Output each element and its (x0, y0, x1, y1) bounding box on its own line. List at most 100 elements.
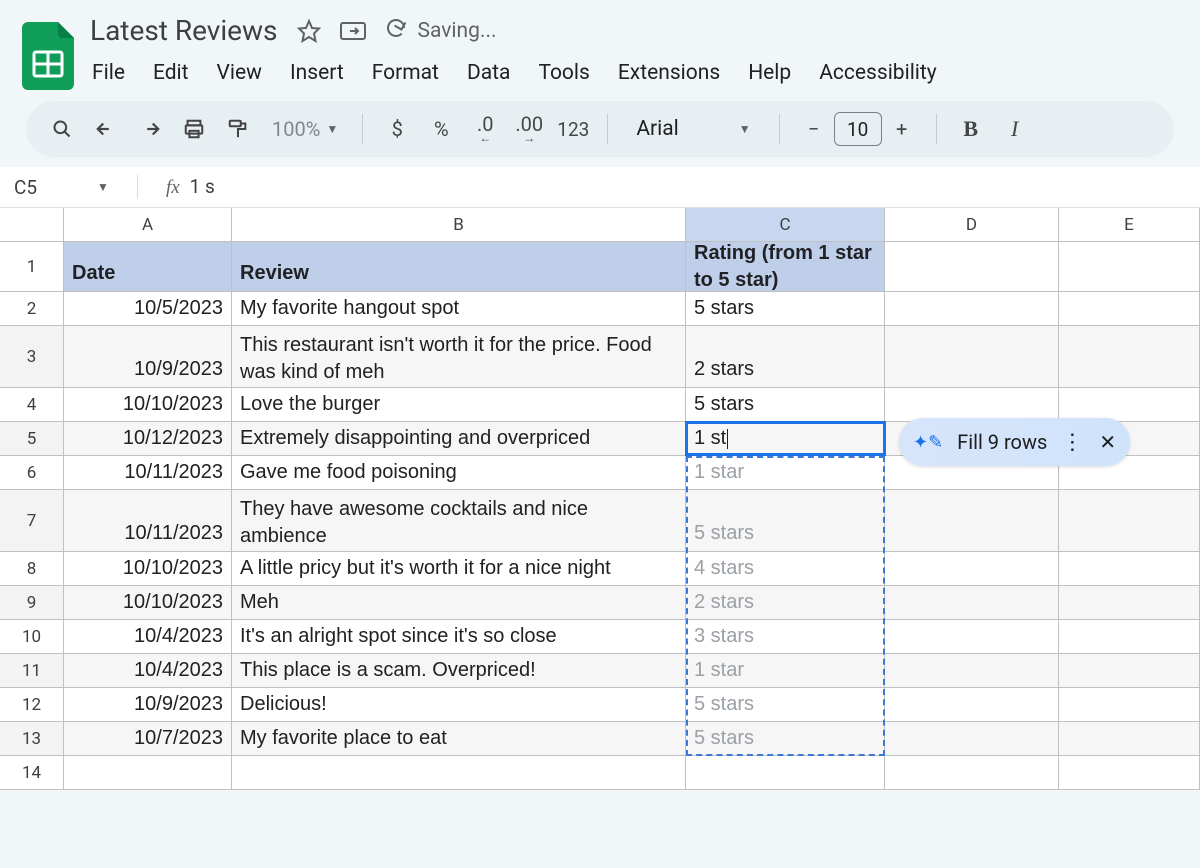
column-header-A[interactable]: A (64, 208, 232, 241)
menu-view[interactable]: View (217, 61, 262, 85)
row-header[interactable]: 1 (0, 242, 64, 291)
cell[interactable]: 10/9/2023 (64, 326, 232, 387)
name-box[interactable]: C5▼ (14, 176, 109, 199)
cell[interactable] (885, 490, 1059, 551)
cell[interactable]: 4 stars (686, 552, 885, 585)
document-title[interactable]: Latest Reviews (90, 14, 278, 47)
cell[interactable]: 10/10/2023 (64, 552, 232, 585)
cell[interactable]: My favorite place to eat (232, 722, 686, 755)
cell[interactable]: They have awesome cocktails and nice amb… (232, 490, 686, 551)
row-header[interactable]: 9 (0, 586, 64, 619)
cell[interactable] (1059, 242, 1200, 291)
row-header[interactable]: 6 (0, 456, 64, 489)
column-header-B[interactable]: B (232, 208, 686, 241)
row-header[interactable]: 12 (0, 688, 64, 721)
cell[interactable] (1059, 722, 1200, 755)
cell[interactable] (1059, 292, 1200, 325)
cell[interactable]: 5 stars (686, 490, 885, 551)
font-size-increase[interactable]: + (886, 113, 918, 145)
cell[interactable]: 5 stars (686, 722, 885, 755)
redo-icon[interactable] (134, 113, 166, 145)
cell[interactable] (1059, 388, 1200, 421)
cell[interactable]: 10/11/2023 (64, 456, 232, 489)
cell[interactable]: Love the burger (232, 388, 686, 421)
spreadsheet-grid[interactable]: A B C D E 1 Date Review Rating (from 1 s… (0, 208, 1200, 790)
cell[interactable]: 5 stars (686, 292, 885, 325)
format-123-button[interactable]: 123 (557, 113, 589, 145)
cell[interactable]: 1 star (686, 456, 885, 489)
paint-format-icon[interactable] (222, 113, 254, 145)
cell[interactable] (885, 654, 1059, 687)
cell[interactable] (885, 688, 1059, 721)
cell[interactable] (885, 242, 1059, 291)
cell[interactable]: 2 stars (686, 586, 885, 619)
column-header-D[interactable]: D (885, 208, 1059, 241)
row-header[interactable]: 8 (0, 552, 64, 585)
cell[interactable] (1059, 654, 1200, 687)
cell[interactable] (885, 292, 1059, 325)
cell[interactable]: My favorite hangout spot (232, 292, 686, 325)
select-all-corner[interactable] (0, 208, 64, 241)
cell[interactable]: 5 stars (686, 388, 885, 421)
cell[interactable]: 10/12/2023 (64, 422, 232, 455)
cell[interactable] (1059, 586, 1200, 619)
cell[interactable]: Meh (232, 586, 686, 619)
cell[interactable]: It's an alright spot since it's so close (232, 620, 686, 653)
cell[interactable] (686, 756, 885, 789)
menu-data[interactable]: Data (467, 61, 511, 85)
cell[interactable]: This place is a scam. Overpriced! (232, 654, 686, 687)
cell[interactable] (1059, 552, 1200, 585)
row-header[interactable]: 3 (0, 326, 64, 387)
formula-bar[interactable]: 1 s (190, 175, 215, 198)
increase-decimal-button[interactable]: .00→ (513, 113, 545, 145)
cell[interactable]: 3 stars (686, 620, 885, 653)
active-cell[interactable]: 1 st (686, 422, 885, 455)
cell[interactable]: Extremely disappointing and overpriced (232, 422, 686, 455)
column-header-C[interactable]: C (686, 208, 885, 241)
format-percent-button[interactable]: % (425, 113, 457, 145)
cell[interactable]: 10/4/2023 (64, 654, 232, 687)
cell[interactable]: 10/4/2023 (64, 620, 232, 653)
menu-file[interactable]: File (92, 61, 125, 85)
cell[interactable] (1059, 620, 1200, 653)
cell[interactable] (64, 756, 232, 789)
cell[interactable]: 10/7/2023 (64, 722, 232, 755)
menu-edit[interactable]: Edit (153, 61, 189, 85)
row-header[interactable]: 10 (0, 620, 64, 653)
row-header[interactable]: 7 (0, 490, 64, 551)
menu-accessibility[interactable]: Accessibility (819, 61, 937, 85)
cell[interactable]: 10/9/2023 (64, 688, 232, 721)
cell[interactable] (1059, 490, 1200, 551)
format-currency-button[interactable]: $ (381, 113, 413, 145)
cell[interactable]: 10/11/2023 (64, 490, 232, 551)
font-size-input[interactable]: 10 (834, 112, 882, 146)
cell[interactable]: A little pricy but it's worth it for a n… (232, 552, 686, 585)
cell[interactable] (885, 552, 1059, 585)
header-cell-review[interactable]: Review (232, 242, 686, 291)
cell[interactable]: 10/10/2023 (64, 586, 232, 619)
menu-extensions[interactable]: Extensions (618, 61, 720, 85)
row-header[interactable]: 13 (0, 722, 64, 755)
cell[interactable]: 2 stars (686, 326, 885, 387)
cell[interactable] (885, 620, 1059, 653)
column-header-E[interactable]: E (1059, 208, 1200, 241)
cell[interactable]: This restaurant isn't worth it for the p… (232, 326, 686, 387)
menu-tools[interactable]: Tools (538, 61, 589, 85)
font-size-decrease[interactable]: − (798, 113, 830, 145)
cell[interactable] (885, 586, 1059, 619)
cell[interactable]: 5 stars (686, 688, 885, 721)
cell[interactable]: Delicious! (232, 688, 686, 721)
cell[interactable] (885, 756, 1059, 789)
zoom-select[interactable]: 100%▼ (272, 117, 338, 141)
cell[interactable] (232, 756, 686, 789)
row-header[interactable]: 5 (0, 422, 64, 455)
cell[interactable] (1059, 326, 1200, 387)
autofill-action[interactable]: Fill 9 rows (957, 430, 1047, 454)
search-icon[interactable] (46, 113, 78, 145)
row-header[interactable]: 14 (0, 756, 64, 789)
row-header[interactable]: 11 (0, 654, 64, 687)
cell[interactable] (885, 326, 1059, 387)
move-to-folder-icon[interactable] (340, 18, 366, 44)
italic-button[interactable]: I (999, 113, 1031, 145)
decrease-decimal-button[interactable]: .0← (469, 113, 501, 145)
